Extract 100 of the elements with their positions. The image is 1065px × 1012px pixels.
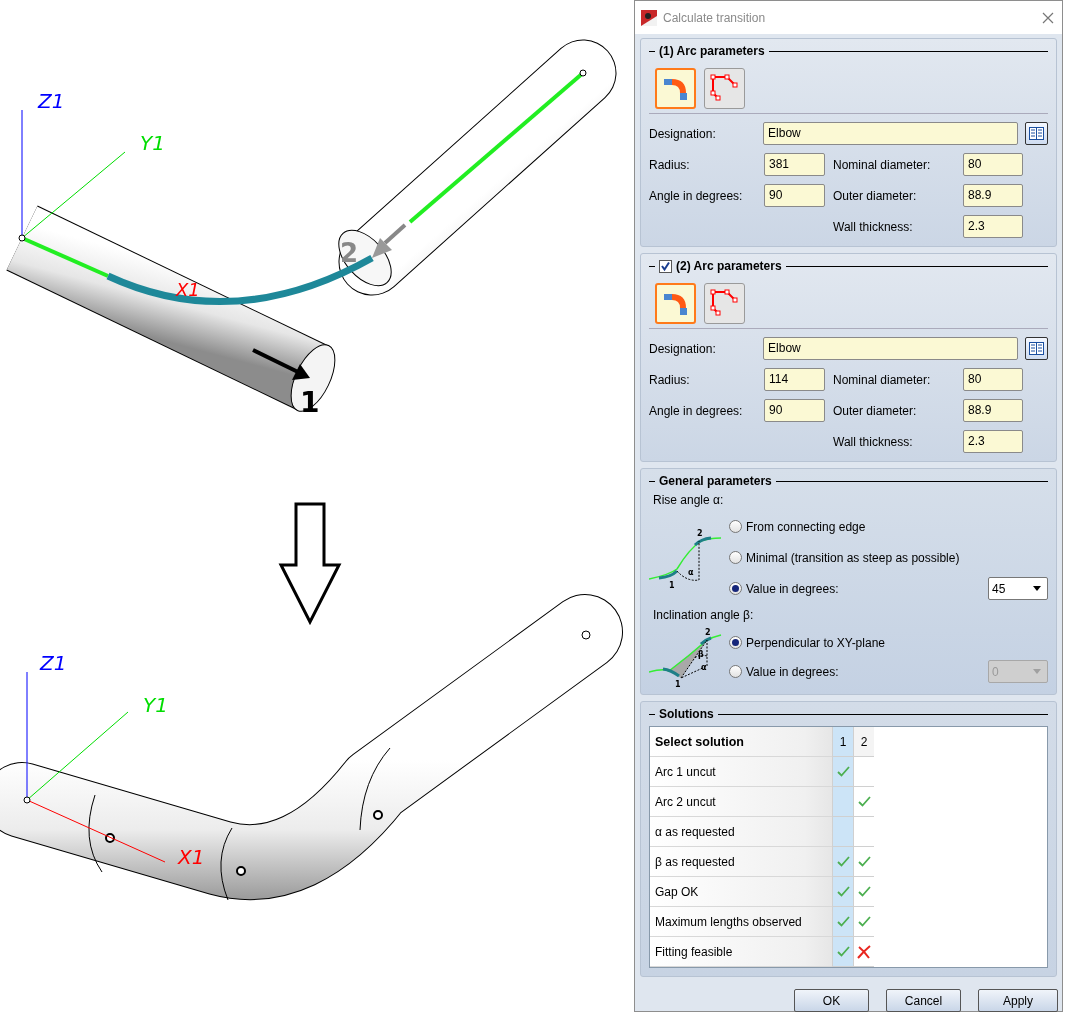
check-icon bbox=[836, 886, 850, 897]
result-cell[interactable] bbox=[853, 847, 874, 877]
radio-button[interactable] bbox=[729, 520, 742, 533]
result-cell[interactable] bbox=[853, 937, 874, 967]
input-field[interactable]: 88.9 bbox=[963, 184, 1023, 207]
dropdown[interactable]: 45 bbox=[988, 577, 1048, 600]
direction-arrow bbox=[252, 348, 310, 380]
check-icon bbox=[857, 916, 871, 927]
check-icon bbox=[836, 856, 850, 867]
radio-button[interactable] bbox=[729, 551, 742, 564]
result-cell[interactable] bbox=[853, 877, 874, 907]
result-cell[interactable] bbox=[832, 817, 853, 847]
input-field[interactable]: 114 bbox=[764, 368, 825, 391]
mode-button[interactable] bbox=[655, 283, 696, 324]
check-icon bbox=[836, 766, 850, 777]
direction-arrow bbox=[372, 223, 407, 258]
dialog-button[interactable]: OK bbox=[794, 989, 869, 1012]
result-cell[interactable] bbox=[832, 847, 853, 877]
catalog-button[interactable] bbox=[1025, 122, 1048, 145]
result-cell[interactable] bbox=[832, 907, 853, 937]
caret-icon bbox=[1033, 669, 1041, 674]
field-label: Wall thickness: bbox=[833, 219, 914, 234]
input-field[interactable]: Elbow bbox=[763, 337, 1019, 360]
check-icon bbox=[836, 916, 850, 927]
row-header: Maximum lengths observed bbox=[650, 907, 832, 937]
field-label: Outer diameter: bbox=[833, 188, 918, 203]
elbow-fitting-icon bbox=[663, 291, 688, 316]
result-cell[interactable] bbox=[853, 907, 874, 937]
table-icon bbox=[1029, 127, 1045, 140]
row-header: Arc 1 uncut bbox=[650, 757, 832, 787]
mode-button[interactable] bbox=[655, 68, 696, 109]
dialog-button[interactable]: Cancel bbox=[886, 989, 961, 1012]
field-label: Angle in degrees: bbox=[649, 188, 744, 203]
result-cell[interactable] bbox=[853, 817, 874, 847]
option-label: Value in degrees: bbox=[746, 581, 839, 596]
result-cell[interactable] bbox=[853, 787, 874, 817]
input-field[interactable]: 90 bbox=[764, 184, 825, 207]
check-icon bbox=[857, 886, 871, 897]
option-label: From connecting edge bbox=[746, 519, 866, 534]
axis-label: Y1 bbox=[140, 131, 165, 155]
field-label: Radius: bbox=[649, 157, 691, 172]
section-title: General parameters bbox=[659, 474, 772, 488]
field-label: Nominal diameter: bbox=[833, 372, 932, 387]
app-icon bbox=[641, 9, 657, 26]
field-label: Outer diameter: bbox=[833, 403, 918, 418]
polyline-icon bbox=[709, 288, 740, 319]
row-header: β as requested bbox=[650, 847, 832, 877]
result-cell[interactable] bbox=[853, 757, 874, 787]
cross-icon bbox=[857, 944, 871, 959]
mode-button[interactable] bbox=[704, 283, 745, 324]
down-arrow-icon bbox=[278, 502, 342, 626]
window-title: Calculate transition bbox=[663, 10, 767, 25]
section-title: (1) Arc parameters bbox=[659, 44, 765, 58]
close-button[interactable] bbox=[1042, 11, 1054, 24]
axis-label: X1 bbox=[176, 279, 200, 300]
input-field[interactable]: 88.9 bbox=[963, 399, 1023, 422]
catalog-button[interactable] bbox=[1025, 337, 1048, 360]
group-label: Rise angle α: bbox=[653, 493, 725, 507]
result-cell[interactable] bbox=[832, 757, 853, 787]
close-icon bbox=[1042, 11, 1054, 24]
input-field[interactable]: 2.3 bbox=[963, 215, 1023, 238]
input-field[interactable]: Elbow bbox=[763, 122, 1019, 145]
input-field[interactable]: 2.3 bbox=[963, 430, 1023, 453]
input-field[interactable]: 80 bbox=[963, 153, 1023, 176]
row-header: Arc 2 uncut bbox=[650, 787, 832, 817]
result-cell[interactable] bbox=[832, 877, 853, 907]
field-label: Angle in degrees: bbox=[649, 403, 744, 418]
input-field[interactable]: 381 bbox=[764, 153, 825, 176]
elbow-fitting-icon bbox=[663, 76, 688, 101]
column-header[interactable]: 1 bbox=[832, 727, 853, 757]
section-title: (2) Arc parameters bbox=[676, 259, 782, 273]
field-label: Nominal diameter: bbox=[833, 157, 932, 172]
dialog-button[interactable]: Apply bbox=[978, 989, 1058, 1012]
check-icon bbox=[836, 946, 850, 957]
input-field[interactable]: 90 bbox=[764, 399, 825, 422]
point-marker bbox=[579, 69, 587, 77]
polyline-icon bbox=[709, 73, 740, 104]
axis-label: Y1 bbox=[143, 693, 168, 717]
field-label: Radius: bbox=[649, 372, 691, 387]
checkbox[interactable] bbox=[659, 259, 672, 273]
point-label: 2 bbox=[340, 238, 359, 268]
row-header: α as requested bbox=[650, 817, 832, 847]
axis-label: X1 bbox=[178, 845, 205, 869]
column-header: Select solution bbox=[650, 727, 832, 757]
radio-button[interactable] bbox=[729, 582, 742, 595]
option-label: Minimal (transition as steep as possible) bbox=[746, 550, 960, 565]
column-header[interactable]: 2 bbox=[853, 727, 874, 757]
axis-label: Z1 bbox=[38, 89, 65, 113]
point-marker bbox=[18, 234, 26, 242]
field-label: Wall thickness: bbox=[833, 434, 914, 449]
group-label: Inclination angle β: bbox=[653, 608, 755, 622]
result-cell[interactable] bbox=[832, 937, 853, 967]
row-header: Fitting feasible bbox=[650, 937, 832, 967]
mode-button[interactable] bbox=[704, 68, 745, 109]
option-label: Perpendicular to XY-plane bbox=[746, 635, 885, 650]
check-icon bbox=[857, 796, 871, 807]
input-field[interactable]: 80 bbox=[963, 368, 1023, 391]
result-cell[interactable] bbox=[832, 787, 853, 817]
rise-angle-diagram: 2 α 1 bbox=[649, 526, 724, 589]
point-marker bbox=[23, 796, 31, 804]
